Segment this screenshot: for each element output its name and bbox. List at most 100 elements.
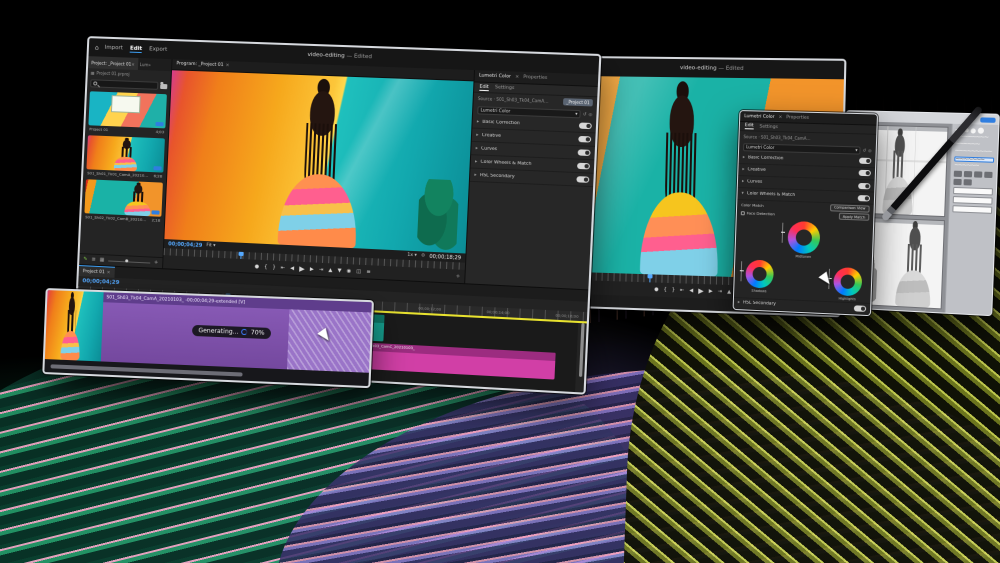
home-icon[interactable]: ⌂ [95,44,99,51]
compare-icon[interactable]: ◫ [356,268,361,274]
reset-icon[interactable]: ↺ [583,111,587,116]
tab-lumetri-color[interactable]: Lumetri Color [479,73,511,79]
reset-icon[interactable]: ↺ [863,148,867,153]
tab-lumetri-color[interactable]: Lumetri Color [744,114,774,120]
bin-item[interactable]: S01_Sh02_Tk02_CamB_20210103_ 2;18 [84,179,163,225]
go-to-out-icon[interactable]: ⇥ [319,266,324,272]
new-bin-folder-icon[interactable] [160,83,167,88]
section-toggle[interactable] [858,182,870,188]
eye-icon[interactable]: ◎ [868,148,872,153]
menu-import[interactable]: Import [105,45,123,52]
mini-button[interactable] [964,171,972,177]
menu-edit[interactable]: Edit [130,45,143,52]
list-view-icon[interactable]: ≣ [91,257,95,263]
brush-stroke-option[interactable]: ~~~~~~ [954,164,994,170]
highlights-wheel[interactable] [833,267,862,296]
mini-button[interactable] [974,171,982,177]
section-toggle[interactable] [858,195,870,201]
step-forward-icon[interactable]: ▶ [310,266,314,272]
section-toggle[interactable] [859,158,871,164]
section-toggle[interactable] [576,176,589,183]
section-toggle[interactable] [577,163,590,170]
mark-in-icon[interactable]: { [264,264,268,270]
subtab-settings[interactable]: Settings [759,124,778,130]
eye-icon[interactable]: ◎ [588,111,592,116]
go-to-out-icon[interactable]: ⇥ [718,289,722,295]
thumbnail-zoom-slider[interactable] [108,260,150,263]
bin-item[interactable]: S01_Sh01_Tk01_CamA_20210103_ 6;28 [86,135,165,180]
primary-action-button[interactable] [980,117,996,122]
go-to-in-icon[interactable]: ⇤ [281,265,286,271]
mini-button[interactable] [954,171,962,177]
bin-thumbnail[interactable] [86,135,165,172]
snapshot-icon[interactable]: ◉ [346,268,351,274]
subtab-settings[interactable]: Settings [495,85,515,91]
playhead[interactable] [650,274,651,282]
panel-plus-icon[interactable]: + [456,273,461,279]
play-icon[interactable]: ▶ [299,264,305,272]
layer-swatch[interactable] [953,187,993,196]
playhead[interactable] [241,252,242,259]
scale-dropdown[interactable]: 1x ▾ [407,253,417,259]
tab-properties[interactable]: Properties [786,115,809,121]
section-toggle[interactable] [578,149,591,156]
mini-button[interactable] [964,179,972,185]
pen-tool-icon[interactable]: ✎ [83,256,87,262]
extract-icon[interactable]: ▼ [337,267,341,273]
step-forward-icon[interactable]: ▶ [709,288,713,294]
bin-thumbnail[interactable] [84,179,162,217]
midtones-wheel[interactable] [787,221,820,254]
subtab-edit[interactable]: Edit [745,124,754,130]
tab-overflow[interactable]: Lum [140,62,149,67]
generating-clip[interactable]: S01_Sh03_Tk04_CamA_20210103_ -00;00;04;2… [101,292,372,373]
mini-button[interactable] [984,172,992,178]
mini-button[interactable] [953,179,961,185]
section-toggle[interactable] [854,305,866,312]
tab-properties[interactable]: Properties [523,75,547,81]
program-tab[interactable]: Program: _Project 01 [176,62,223,69]
tab-close-icon[interactable]: × [515,75,519,80]
lift-icon[interactable]: ▲ [727,289,731,295]
lift-icon[interactable]: ▲ [328,267,332,273]
brush-stroke-option[interactable]: ~~~~~~~~ [955,135,995,141]
shadows-wheel[interactable] [745,259,774,288]
subtab-edit[interactable]: Edit [479,84,488,90]
overflow-chevron-icon[interactable]: » [148,62,151,67]
tab-close-icon[interactable]: × [778,115,782,120]
step-back-icon[interactable]: ◀ [290,265,294,271]
fit-dropdown[interactable]: Fit ▾ [206,243,215,248]
brush-stroke-option[interactable]: ~~~~~~ [955,142,995,148]
brush-stroke-option[interactable]: ~~~~~~~~~ [955,149,995,155]
section-toggle[interactable] [579,122,592,129]
new-item-icon[interactable]: + [154,260,158,266]
marker-icon[interactable]: ● [654,287,659,293]
step-back-icon[interactable]: ◀ [689,288,693,294]
section-toggle[interactable] [578,136,591,143]
mark-out-icon[interactable]: } [272,264,276,270]
brush-stroke-option-selected[interactable]: ~~~~~~~ [954,156,994,162]
clip-target-button[interactable]: _Project 01 [563,98,593,106]
shadows-slider[interactable] [740,261,742,281]
play-icon[interactable]: ▶ [698,287,704,295]
settings-wrench-icon[interactable]: ⚙ [421,253,425,258]
mark-in-icon[interactable]: { [664,287,667,293]
menu-export[interactable]: Export [149,46,167,53]
tab-close-icon[interactable]: × [225,64,229,69]
timeline-vertical-scrollbar[interactable] [579,323,585,377]
tab-close-icon[interactable]: × [107,270,111,275]
bin-item[interactable]: Project 01 4;03 [88,91,167,136]
search-input[interactable] [90,79,158,90]
layer-swatch[interactable] [952,205,992,214]
face-detection-checkbox[interactable] [741,211,745,215]
generating-badge: Generating... 70% [192,325,271,339]
go-to-in-icon[interactable]: ⇤ [680,287,684,293]
midtones-slider[interactable] [782,223,784,243]
marker-icon[interactable]: ● [254,263,259,269]
mark-out-icon[interactable]: } [672,287,675,293]
section-toggle[interactable] [859,170,871,176]
bin-thumbnail[interactable] [88,91,167,128]
grid-view-icon[interactable]: ▦ [100,257,105,263]
layer-swatch[interactable] [953,196,993,205]
tab-close-icon[interactable]: × [131,61,135,66]
menu-icon[interactable]: ≡ [366,269,371,275]
